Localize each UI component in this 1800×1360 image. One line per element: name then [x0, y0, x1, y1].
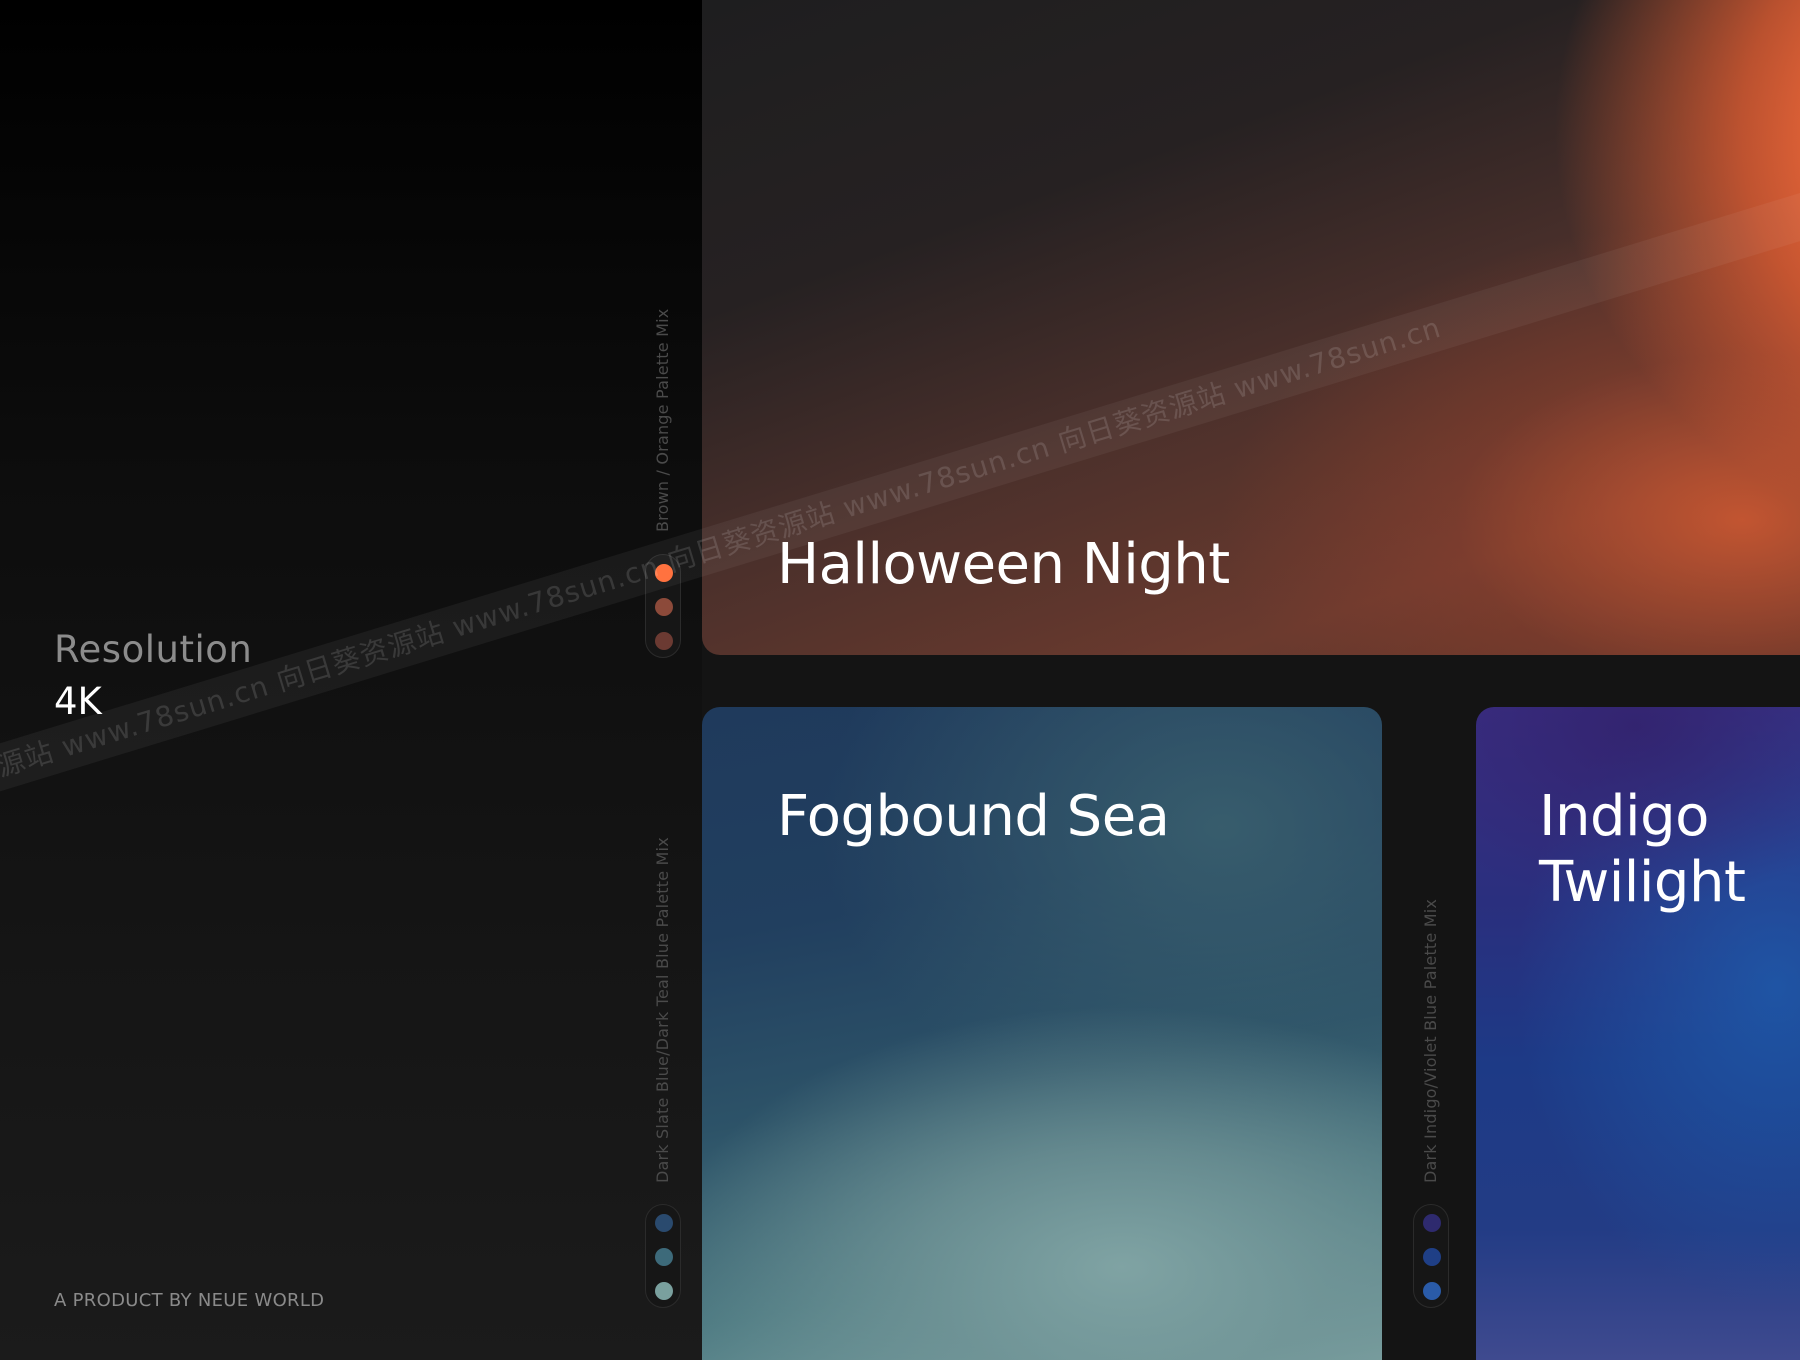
product-credit: A PRODUCT BY NEUE WORLD — [54, 1290, 325, 1311]
card-title: Indigo Twilight — [1539, 784, 1746, 915]
card-title: Halloween Night — [777, 532, 1230, 597]
swatch-dot[interactable] — [655, 1282, 673, 1300]
page: Resolution 4K A PRODUCT BY NEUE WORLD Ha… — [0, 0, 1800, 1360]
swatch-dot[interactable] — [1423, 1214, 1441, 1232]
swatch-group-fogbound — [645, 1204, 681, 1308]
swatch-dot[interactable] — [655, 1248, 673, 1266]
swatch-dot[interactable] — [1423, 1248, 1441, 1266]
palette-label-fogbound: Dark Slate Blue/Dark Teal Blue Palette M… — [653, 837, 672, 1183]
swatch-dot[interactable] — [655, 1214, 673, 1232]
swatch-dot[interactable] — [655, 598, 673, 616]
palette-label-indigo: Dark Indigo/Violet Blue Palette Mix — [1421, 898, 1440, 1183]
resolution-info: Resolution 4K — [54, 628, 252, 725]
palette-label-halloween: Brown / Orange Palette Mix — [653, 308, 672, 532]
swatch-group-halloween — [645, 554, 681, 658]
card-title: Fogbound Sea — [777, 784, 1170, 849]
swatch-dot[interactable] — [655, 632, 673, 650]
resolution-label: Resolution — [54, 628, 253, 671]
gradient-card-halloween-night[interactable]: Halloween Night — [702, 0, 1800, 655]
swatch-group-indigo — [1413, 1204, 1449, 1308]
resolution-value: 4K — [54, 680, 102, 724]
swatch-dot[interactable] — [1423, 1282, 1441, 1300]
gradient-card-indigo-twilight[interactable]: Indigo Twilight — [1476, 707, 1800, 1360]
swatch-dot[interactable] — [655, 564, 673, 582]
gradient-card-fogbound-sea[interactable]: Fogbound Sea — [702, 707, 1382, 1360]
